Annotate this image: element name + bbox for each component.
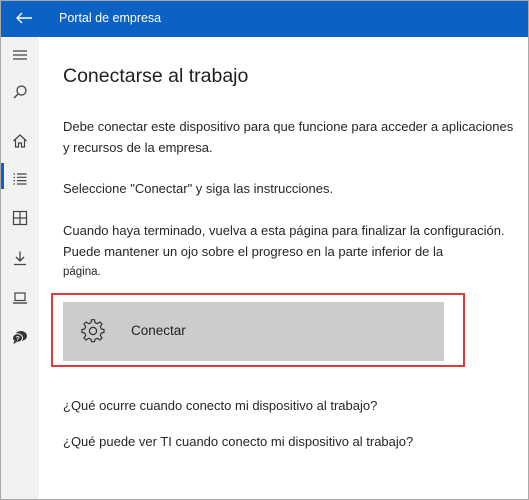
link-what-it-can-see[interactable]: ¿Qué puede ver TI cuando conecto mi disp… — [63, 434, 413, 449]
sidebar-item-search[interactable] — [1, 80, 39, 104]
completion-line-3: página. — [63, 266, 101, 278]
description-line-1: Debe conectar este dispositivo para que … — [63, 119, 514, 134]
back-button[interactable] — [13, 8, 35, 28]
connect-button[interactable]: Conectar — [63, 302, 444, 361]
app-window: Portal de empresa ? Conectarse al trabaj… — [0, 0, 529, 500]
home-icon — [13, 134, 27, 148]
sidebar-item-categories[interactable] — [1, 206, 39, 230]
sidebar: ? — [1, 37, 39, 499]
sidebar-item-apps[interactable] — [1, 167, 39, 191]
sidebar-item-home[interactable] — [1, 129, 39, 153]
devices-icon — [13, 292, 27, 304]
main-content: Conectarse al trabajo Debe conectar este… — [39, 37, 528, 499]
completion-line-1: Cuando haya terminado, vuelva a esta pág… — [63, 223, 505, 238]
search-icon — [13, 85, 27, 99]
list-icon — [13, 173, 27, 185]
sidebar-menu-button[interactable] — [1, 43, 39, 67]
page-title: Conectarse al trabajo — [63, 65, 249, 87]
completion-line-2: Puede mantener un ojo sobre el progreso … — [63, 244, 444, 259]
app-title: Portal de empresa — [59, 11, 162, 25]
back-arrow-icon — [16, 12, 32, 24]
instruction-text: Seleccione "Conectar" y siga las instruc… — [63, 181, 334, 196]
sidebar-item-downloads[interactable] — [1, 246, 39, 270]
menu-icon — [13, 50, 27, 60]
help-chat-icon: ? — [12, 331, 27, 344]
connect-button-label: Conectar — [131, 323, 186, 338]
gear-icon — [81, 319, 105, 343]
sidebar-item-help[interactable]: ? — [1, 325, 39, 349]
svg-text:?: ? — [16, 335, 20, 342]
download-icon — [14, 251, 26, 266]
completion-text: Cuando haya terminado, vuelva a esta pág… — [63, 220, 523, 283]
link-what-happens[interactable]: ¿Qué ocurre cuando conecto mi dispositiv… — [63, 398, 377, 413]
categories-icon — [12, 210, 28, 226]
sidebar-item-devices[interactable] — [1, 286, 39, 310]
description-connect: Debe conectar este dispositivo para que … — [63, 116, 523, 158]
title-bar: Portal de empresa — [1, 1, 528, 37]
description-line-2: y recursos de la empresa. — [63, 140, 213, 155]
